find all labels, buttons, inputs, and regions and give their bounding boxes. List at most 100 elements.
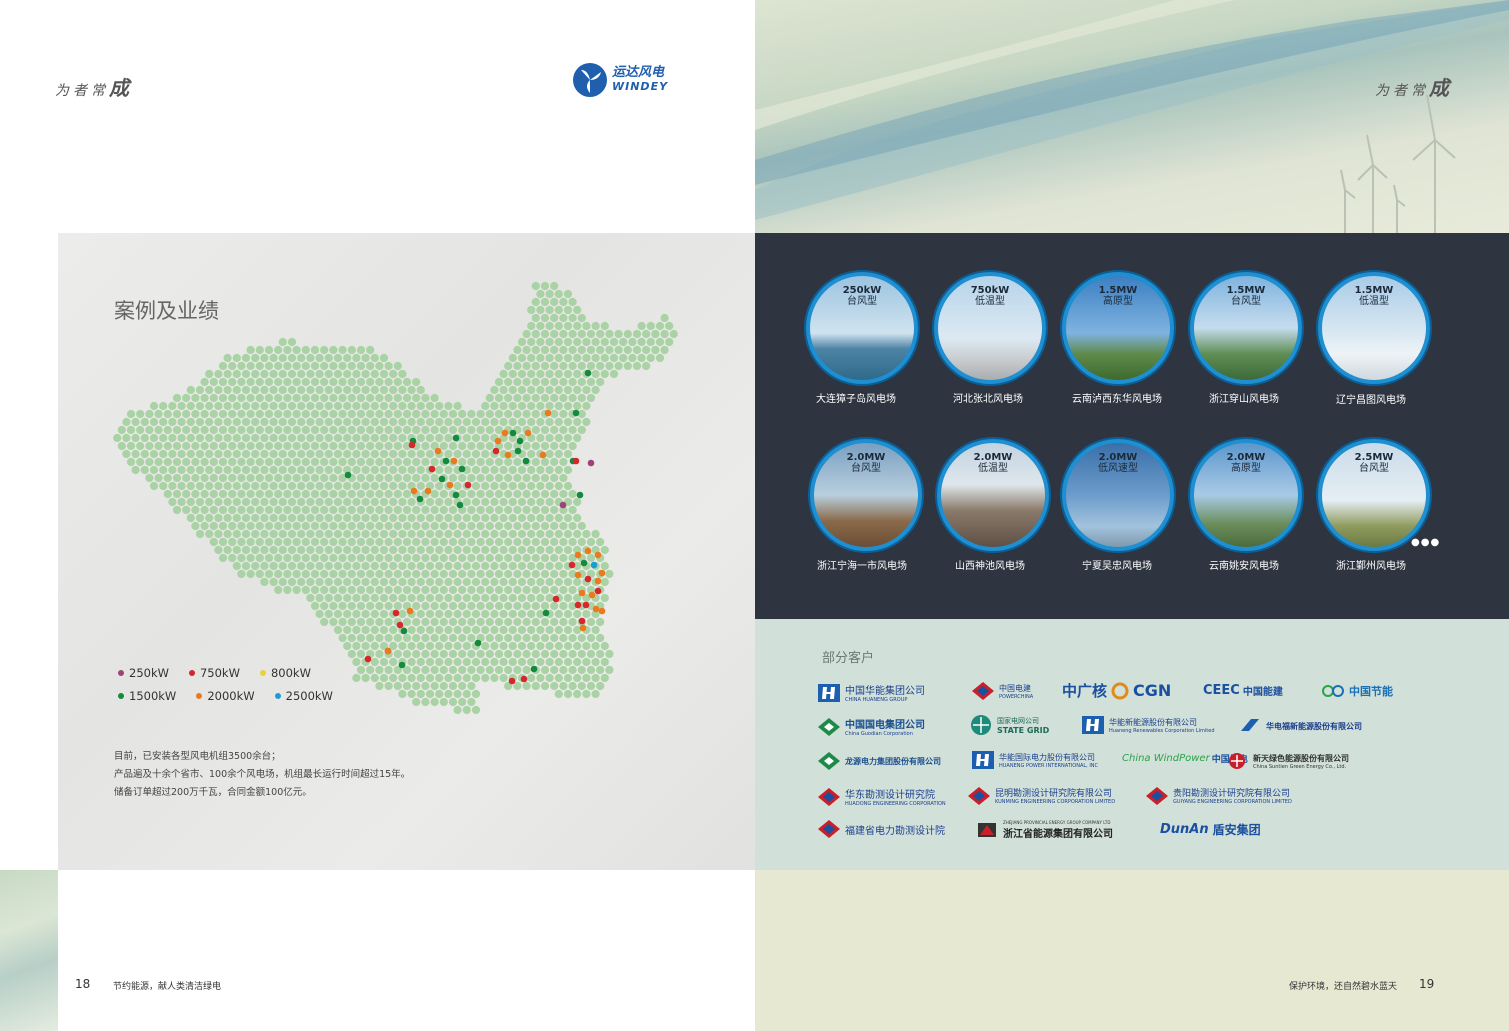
map-hex-dot bbox=[218, 457, 228, 467]
map-hex-dot bbox=[499, 625, 508, 635]
map-hex-dot bbox=[522, 393, 531, 403]
map-hex-dot bbox=[448, 617, 458, 627]
wind-farm-site-marker bbox=[578, 617, 586, 625]
map-hex-dot bbox=[540, 377, 550, 387]
map-hex-dot bbox=[476, 553, 485, 563]
map-hex-dot bbox=[540, 441, 550, 451]
map-hex-dot bbox=[287, 465, 297, 475]
map-hex-dot bbox=[402, 537, 412, 547]
map-hex-dot bbox=[389, 385, 398, 395]
map-hex-dot bbox=[379, 417, 389, 427]
map-hex-dot bbox=[149, 481, 159, 491]
map-hex-dot bbox=[559, 681, 568, 691]
map-hex-dot bbox=[559, 393, 568, 403]
map-hex-dot bbox=[324, 529, 333, 539]
map-hex-dot bbox=[320, 345, 329, 355]
map-hex-dot bbox=[591, 673, 600, 683]
map-hex-dot bbox=[140, 449, 149, 459]
map-hex-dot bbox=[471, 545, 481, 555]
map-hex-dot bbox=[494, 569, 504, 579]
wind-farm-site-marker bbox=[590, 561, 598, 569]
map-hex-dot bbox=[435, 673, 444, 683]
map-hex-dot bbox=[324, 481, 333, 491]
map-hex-dot bbox=[172, 425, 182, 435]
map-hex-dot bbox=[191, 425, 200, 435]
map-hex-dot bbox=[522, 569, 531, 579]
wind-farm-site-marker bbox=[438, 475, 446, 483]
map-hex-dot bbox=[596, 329, 605, 339]
map-hex-dot bbox=[177, 417, 186, 427]
map-hex-dot bbox=[435, 657, 444, 667]
map-hex-dot bbox=[398, 497, 407, 507]
map-hex-dot bbox=[559, 617, 568, 627]
map-hex-dot bbox=[596, 345, 605, 355]
map-hex-dot bbox=[228, 553, 237, 563]
map-hex-dot bbox=[375, 457, 384, 467]
map-hex-dot bbox=[361, 385, 370, 395]
client-name: 中国国电集团公司 bbox=[845, 720, 925, 731]
map-hex-dot bbox=[504, 649, 513, 659]
map-hex-dot bbox=[425, 561, 435, 571]
map-hex-dot bbox=[508, 417, 517, 427]
map-hex-dot bbox=[563, 401, 573, 411]
map-hex-dot bbox=[186, 513, 195, 523]
footer-right: 保护环境，还自然碧水蓝天 bbox=[1289, 982, 1398, 992]
map-hex-dot bbox=[402, 681, 412, 691]
map-hex-dot bbox=[324, 385, 333, 395]
map-hex-dot bbox=[568, 681, 577, 691]
map-hex-dot bbox=[402, 377, 412, 387]
wind-farm-type: 台风型 bbox=[1359, 463, 1389, 474]
wind-farm-site-marker bbox=[406, 607, 414, 615]
map-hex-dot bbox=[324, 433, 333, 443]
map-hex-dot bbox=[246, 441, 255, 451]
map-hex-dot bbox=[402, 505, 412, 515]
map-hex-dot bbox=[508, 593, 517, 603]
map-hex-dot bbox=[430, 585, 439, 595]
map-hex-dot bbox=[246, 361, 255, 371]
map-hex-dot bbox=[517, 561, 527, 571]
map-hex-dot bbox=[366, 521, 375, 531]
map-hex-dot bbox=[269, 449, 278, 459]
map-hex-dot bbox=[540, 489, 550, 499]
map-hex-dot bbox=[563, 337, 573, 347]
map-hex-dot bbox=[140, 465, 149, 475]
map-hex-dot bbox=[361, 561, 370, 571]
map-hex-dot bbox=[586, 345, 596, 355]
map-hex-dot bbox=[324, 577, 333, 587]
map-hex-dot bbox=[361, 529, 370, 539]
map-hex-dot bbox=[195, 497, 205, 507]
map-hex-dot bbox=[251, 385, 260, 395]
map-hex-dot bbox=[563, 641, 573, 651]
map-hex-dot bbox=[458, 409, 467, 419]
map-hex-dot bbox=[637, 337, 646, 347]
map-hex-dot bbox=[154, 425, 163, 435]
map-hex-dot bbox=[269, 481, 278, 491]
wind-farm-site-marker bbox=[464, 481, 472, 489]
map-hex-dot bbox=[237, 441, 246, 451]
map-hex-dot bbox=[412, 697, 421, 707]
map-hex-dot bbox=[260, 417, 269, 427]
map-hex-dot bbox=[301, 425, 310, 435]
map-hex-dot bbox=[494, 665, 504, 675]
map-hex-dot bbox=[573, 609, 582, 619]
map-hex-dot bbox=[384, 521, 393, 531]
map-hex-dot bbox=[122, 417, 131, 427]
map-hex-dot bbox=[559, 345, 568, 355]
map-hex-dot bbox=[536, 401, 545, 411]
map-hex-dot bbox=[453, 401, 462, 411]
map-hex-dot bbox=[384, 489, 393, 499]
map-hex-dot bbox=[320, 441, 329, 451]
wind-farm-site-marker bbox=[584, 369, 592, 377]
wind-farm-site-marker bbox=[494, 437, 502, 445]
legend-label: 800kW bbox=[270, 666, 311, 680]
map-hex-dot bbox=[513, 409, 522, 419]
map-hex-dot bbox=[393, 505, 402, 515]
map-hex-dot bbox=[241, 433, 251, 443]
map-hex-dot bbox=[476, 505, 485, 515]
wind-farm-site-marker bbox=[408, 441, 416, 449]
map-hex-dot bbox=[490, 465, 499, 475]
map-hex-dot bbox=[366, 457, 375, 467]
wind-farm-site-marker bbox=[584, 547, 592, 555]
map-hex-dot bbox=[370, 609, 379, 619]
map-hex-dot bbox=[439, 409, 448, 419]
